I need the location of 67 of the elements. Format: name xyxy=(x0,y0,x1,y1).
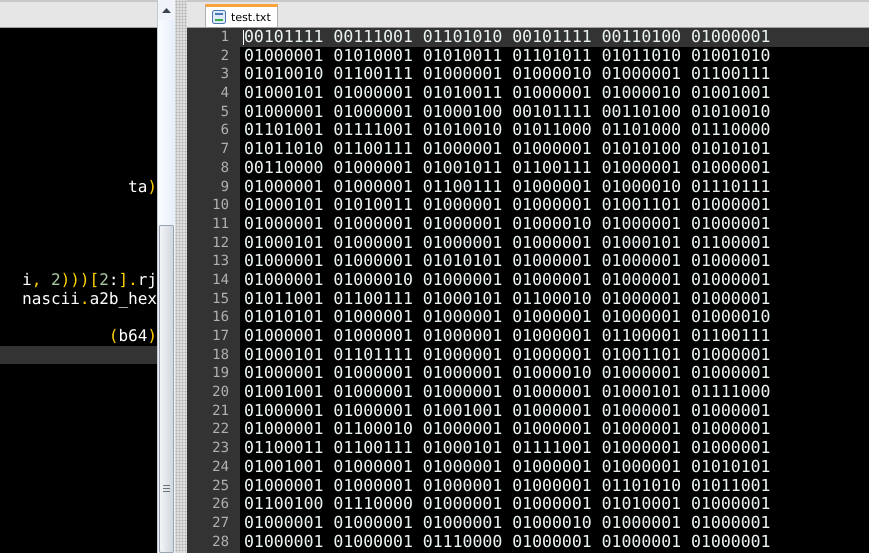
line-number: 13 xyxy=(211,252,230,271)
line-number: 11 xyxy=(211,214,230,234)
binary-text-line: 01000001 01000001 01000001 01000010 01000001 01000001 xyxy=(244,363,770,382)
binary-text-line: 01100100 01110000 01000001 01000001 01010001 01000001 xyxy=(244,494,770,514)
line-number: 3 xyxy=(220,65,230,84)
binary-text-line: 01000101 01000001 01000001 01000001 01000101 01100001 xyxy=(244,232,770,252)
binary-text-line: 01011010 01100111 01000001 01000001 01010100 01010101 xyxy=(244,139,770,158)
binary-text-line: 00101111 00111001 01101010 00101111 00110100 01000001 xyxy=(244,28,770,46)
line-number: 28 xyxy=(211,532,230,552)
code-line: (b64) xyxy=(108,327,157,346)
line-number: 17 xyxy=(211,327,230,346)
binary-text-line: 01000001 01000001 01110000 01000001 01000001 01000001 xyxy=(244,532,770,551)
line-number: 2 xyxy=(220,46,230,66)
binary-text-line: 01000001 01000001 01000001 01000010 01000001 01000001 xyxy=(244,214,770,233)
code-line: ta) xyxy=(128,178,157,196)
line-number: 15 xyxy=(211,290,230,308)
binary-text-line: 01010010 01100111 01000001 01000010 01000001 01100111 xyxy=(244,64,770,84)
line-number: 9 xyxy=(220,178,230,196)
binary-text-line: 01000001 01000001 01001001 01000001 01000001 01000001 xyxy=(244,400,770,420)
code-line: i, 2)))[2:].rj xyxy=(22,270,157,290)
binary-text-line: 01001001 01000001 01000001 01000001 01000101 01111000 xyxy=(244,382,770,402)
line-number: 14 xyxy=(211,270,230,290)
file-tab[interactable]: test.txt xyxy=(205,4,278,27)
line-number: 16 xyxy=(211,308,230,327)
line-number: 5 xyxy=(220,102,230,122)
binary-text-line: 01000001 01000001 01000001 01000001 01101010 01011001 xyxy=(244,476,770,494)
line-number: 1 xyxy=(220,28,230,47)
line-number: 19 xyxy=(211,364,230,384)
binary-text-line: 01000001 01010001 01010011 01101011 01011010 01001010 xyxy=(244,46,770,65)
binary-text-line: 01011001 01100111 01000101 01100010 01000001 01000001 xyxy=(244,288,770,308)
binary-text-line: 01101001 01111001 01010010 01011000 01101000 01110000 xyxy=(244,120,770,140)
line-number: 18 xyxy=(211,346,230,364)
line-number: 4 xyxy=(220,84,230,103)
binary-text-line: 01100011 01100111 01000101 01111001 01000001 01000001 xyxy=(244,438,770,458)
binary-text-line: 01000101 01000001 01010011 01000001 01000010 01001001 xyxy=(244,83,770,102)
line-number: 24 xyxy=(211,458,230,476)
binary-text-line: 01000001 01100010 01000001 01000001 01000001 01000001 xyxy=(244,419,770,438)
scroll-up-icon[interactable] xyxy=(162,8,171,12)
binary-text-line: 01000001 01000001 01010101 01000001 01000001 01000001 xyxy=(244,251,770,270)
line-number: 26 xyxy=(211,495,230,514)
binary-text-line: 01000101 01010011 01000001 01000001 01001101 01000001 xyxy=(244,195,770,214)
line-number: 23 xyxy=(211,439,230,458)
binary-text-line: 01000001 01000010 01000001 01000001 01000001 01000001 xyxy=(244,270,770,289)
line-number: 25 xyxy=(211,476,230,496)
line-number: 22 xyxy=(211,420,230,440)
text-caret xyxy=(243,30,244,45)
binary-text-line: 00110000 01000001 01001011 01100111 01000001 01000001 xyxy=(244,158,770,177)
binary-text-line: 01001001 01000001 01000001 01000001 01000001 01010101 xyxy=(244,456,770,476)
line-number: 20 xyxy=(211,383,230,402)
line-number: 27 xyxy=(211,514,230,533)
file-icon xyxy=(212,10,226,24)
scrollbar-thumb[interactable] xyxy=(159,225,174,553)
code-line: nascii.a2b_hex xyxy=(22,290,157,308)
line-number: 7 xyxy=(220,140,230,159)
line-number: 21 xyxy=(211,402,230,420)
binary-text-line: 01000001 01000001 01100111 01000001 01000010 01110111 xyxy=(244,176,770,196)
line-number: 8 xyxy=(220,158,230,178)
grip-icon xyxy=(163,485,170,492)
binary-text-line: 01000001 01000001 01000100 00101111 00110100 01010010 xyxy=(244,102,770,121)
binary-text-line: 01010101 01000001 01000001 01000001 01000001 01000010 xyxy=(244,307,770,326)
binary-text-line: 01000101 01101111 01000001 01000001 01001101 01000001 xyxy=(244,344,770,364)
binary-text-line: 01000001 01000001 01000001 01000010 01000001 01000001 xyxy=(244,512,770,532)
line-number: 10 xyxy=(211,196,230,215)
vertical-scrollbar[interactable] xyxy=(157,0,175,553)
line-number: 6 xyxy=(220,121,230,140)
line-number: 12 xyxy=(211,234,230,252)
binary-text-line: 01000001 01000001 01000001 01000001 01100001 01100111 xyxy=(244,326,770,345)
